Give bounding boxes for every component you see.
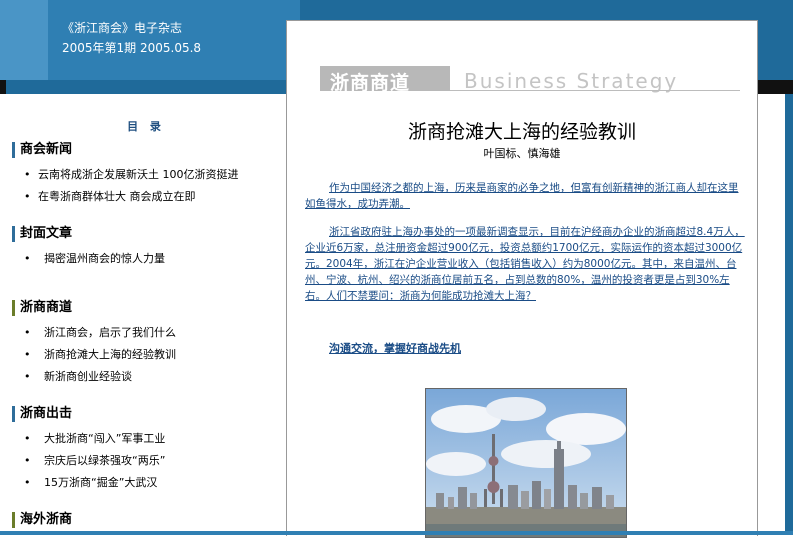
- banner-divider: [450, 90, 740, 91]
- section-title: 浙商出击: [12, 406, 282, 422]
- table-of-contents: 目 录 商会新闻 云南将成浙企发展新沃土 100亿浙资挺进 在粤浙商群体壮大 商…: [6, 94, 286, 535]
- article-paragraph[interactable]: 作为中国经济之都的上海，历来是商家的必争之地，但富有创新精神的浙江商人却在这里如…: [305, 180, 745, 212]
- section-title: 封面文章: [12, 226, 282, 242]
- toc-link[interactable]: 15万浙商“掘金”大武汉: [24, 472, 282, 494]
- skyline-image: [426, 389, 626, 537]
- toc-link[interactable]: 浙江商会，启示了我们什么: [24, 322, 282, 344]
- issue-info: 2005年第1期 2005.05.8: [62, 41, 202, 55]
- toc-link[interactable]: 云南将成浙企发展新沃土 100亿浙资挺进: [24, 164, 282, 186]
- article-author: 叶国标、慎海雄: [483, 147, 561, 160]
- toc-title: 目 录: [127, 120, 165, 133]
- section-expansion: 浙商出击 大批浙商“闯入”军事工业 宗庆后以绿茶强攻“两乐” 15万浙商“掘金”…: [12, 406, 282, 494]
- banner-chinese: 浙商商道: [330, 72, 411, 94]
- article-paragraph[interactable]: 浙江省政府驻上海办事处的一项最新调查显示，目前在沪经商办企业的浙商超过8.4万人…: [305, 224, 745, 304]
- section-cover: 封面文章 揭密温州商会的惊人力量: [12, 226, 282, 270]
- toc-link[interactable]: 浙商抢滩大上海的经验教训: [24, 344, 282, 366]
- section-title: 浙商商道: [12, 300, 282, 316]
- header-accent: [0, 0, 48, 80]
- paragraph-text: 浙江省政府驻上海办事处的一项最新调查显示，目前在沪经商办企业的浙商超过8.4万人…: [305, 226, 745, 302]
- subheading-link[interactable]: 沟通交流，掌握好商战先机: [305, 340, 461, 356]
- article-panel: 浙商商道 Business Strategy 浙商抢滩大上海的经验教训 叶国标、…: [286, 20, 758, 538]
- article-title: 浙商抢滩大上海的经验教训: [407, 121, 636, 143]
- toc-link[interactable]: 宗庆后以绿茶强攻“两乐”: [24, 450, 282, 472]
- section-news: 商会新闻 云南将成浙企发展新沃土 100亿浙资挺进 在粤浙商群体壮大 商会成立在…: [12, 142, 282, 208]
- toc-link[interactable]: 大批浙商“闯入”军事工业: [24, 428, 282, 450]
- section-overseas: 海外浙商: [12, 512, 282, 528]
- toc-link[interactable]: 新浙商创业经验谈: [24, 366, 282, 388]
- subheading-text: 沟通交流，掌握好商战先机: [329, 342, 461, 355]
- toc-link[interactable]: 在粤浙商群体壮大 商会成立在即: [24, 186, 282, 208]
- bottom-strip: [0, 531, 793, 535]
- shanghai-skyline-photo: [425, 388, 627, 538]
- section-banner: 浙商商道 Business Strategy: [320, 66, 740, 94]
- section-title: 商会新闻: [12, 142, 282, 158]
- header-text: 《浙江商会》电子杂志 2005年第1期 2005.05.8: [62, 18, 201, 58]
- paragraph-text: 作为中国经济之都的上海，历来是商家的必争之地，但富有创新精神的浙江商人却在这里如…: [305, 182, 739, 210]
- toc-link[interactable]: 揭密温州商会的惊人力量: [24, 248, 282, 270]
- section-strategy: 浙商商道 浙江商会，启示了我们什么 浙商抢滩大上海的经验教训 新浙商创业经验谈: [12, 300, 282, 388]
- magazine-title: 《浙江商会》电子杂志: [62, 21, 183, 35]
- right-edge-bar: [785, 94, 793, 535]
- section-title: 海外浙商: [12, 512, 282, 528]
- left-top-strip: [6, 80, 286, 94]
